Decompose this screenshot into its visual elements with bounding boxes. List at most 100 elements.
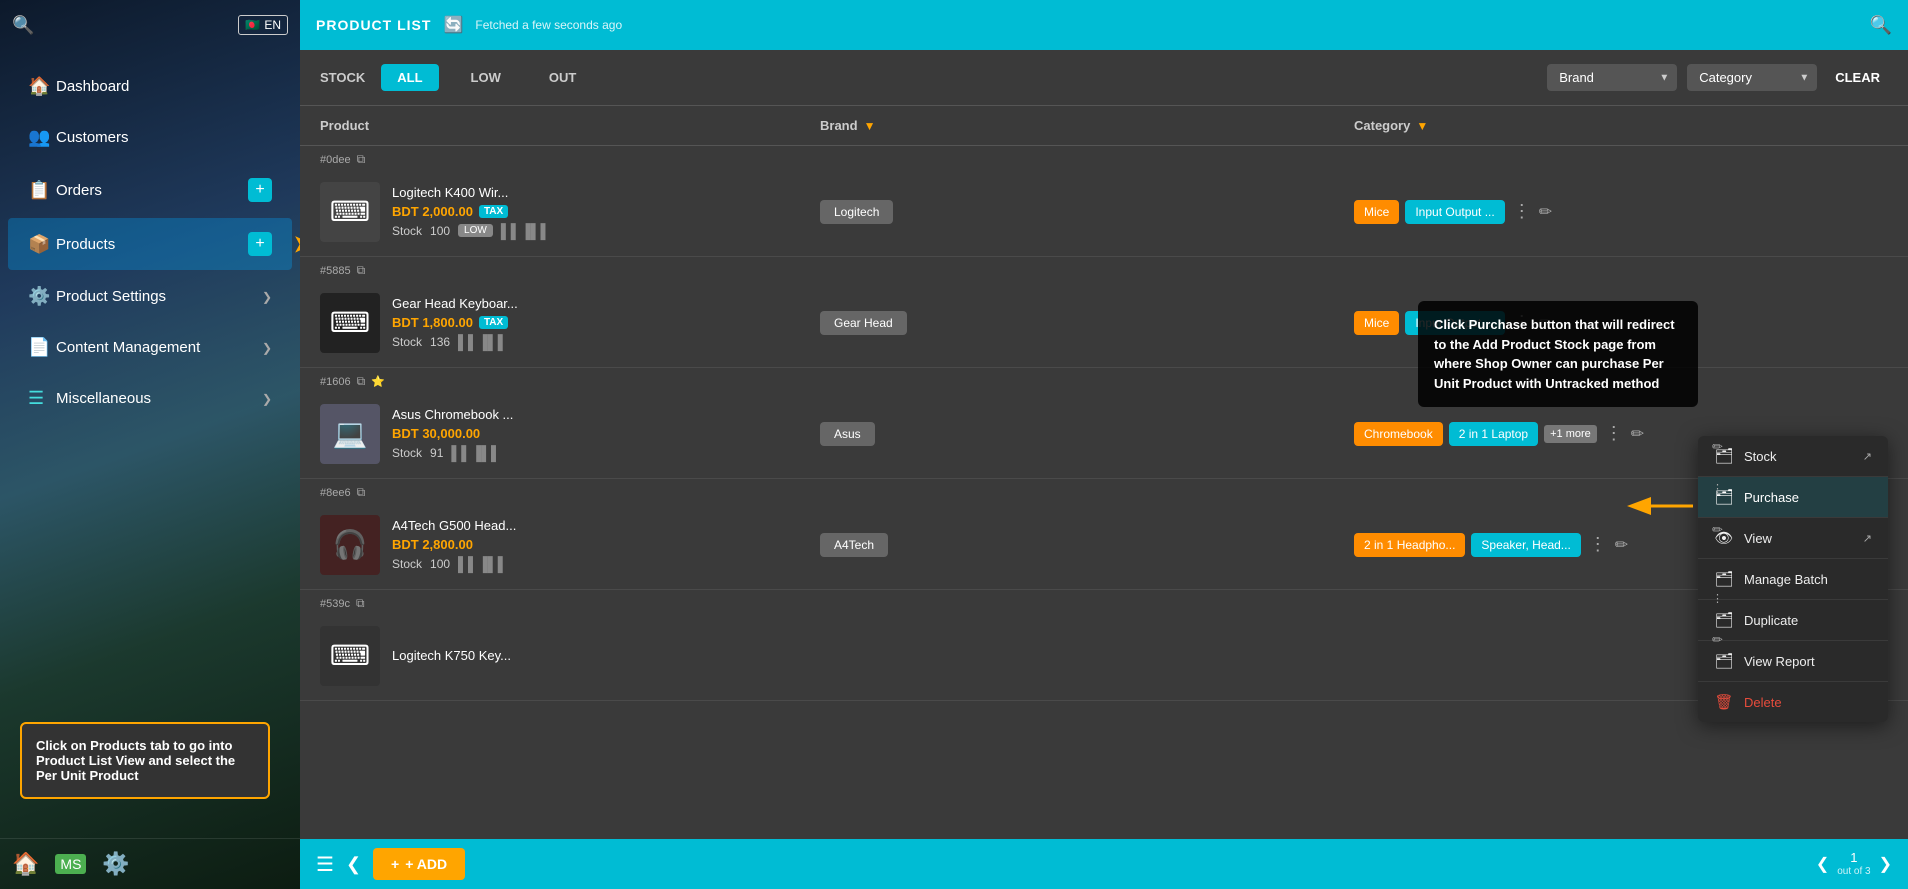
sidebar-item-customers[interactable]: 👥 Customers — [8, 113, 292, 162]
stock-out-button[interactable]: OUT — [533, 64, 592, 91]
copy-icon-2[interactable]: ⧉ — [357, 263, 366, 278]
category-filter-icon[interactable]: ▼ — [1416, 119, 1428, 133]
cat-tag-1-2[interactable]: Input Output ... — [1405, 200, 1504, 224]
brand-tag-4[interactable]: A4Tech — [820, 533, 888, 557]
copy-icon-5[interactable]: ⧉ — [356, 596, 365, 611]
brand-cell-3: Asus — [820, 422, 1354, 446]
sidebar-item-miscellaneous[interactable]: ☰ Miscellaneous ❯ — [8, 374, 292, 423]
page-prev-button[interactable]: ❮ — [1816, 854, 1829, 874]
back-button[interactable]: ❮ — [346, 854, 361, 875]
sidebar-label-products: Products — [56, 236, 248, 253]
sidebar-item-product-settings[interactable]: ⚙️ Product Settings ❯ — [8, 272, 292, 321]
row-edit-3[interactable]: ✏ — [1631, 424, 1644, 444]
product-id-4: #8ee6 — [320, 487, 351, 499]
tutorial-tooltip: Click on Products tab to go into Product… — [20, 722, 270, 799]
product-price-1: BDT 2,000.00 — [392, 204, 473, 219]
brand-tag-2[interactable]: Gear Head — [820, 311, 907, 335]
copy-icon-1[interactable]: ⧉ — [357, 152, 366, 167]
topbar-search-icon[interactable]: 🔍 — [1870, 15, 1892, 36]
edit-icon-view[interactable]: ✏ — [1712, 522, 1723, 538]
sidebar-label-customers: Customers — [56, 129, 272, 146]
orders-icon: 📋 — [28, 180, 56, 201]
add-product-button[interactable]: + + ADD — [373, 848, 465, 880]
stock-all-button[interactable]: ALL — [381, 64, 438, 91]
products-add-button[interactable]: + — [248, 232, 272, 256]
context-menu-view-report[interactable]: 🗂 View Report — [1698, 641, 1888, 682]
brand-filter[interactable]: Brand — [1547, 64, 1677, 91]
bottom-gear-icon[interactable]: ⚙️ — [102, 851, 129, 877]
product-row-1: ⌨ Logitech K400 Wir... BDT 2,000.00 TAX … — [300, 167, 1908, 257]
edit-icon-stock[interactable]: ✏ — [1712, 439, 1723, 455]
filter-bar: STOCK ALL LOW OUT Brand Category CLEAR — [300, 50, 1908, 106]
sidebar-search-icon[interactable]: 🔍 — [12, 15, 34, 36]
product-details-1: Logitech K400 Wir... BDT 2,000.00 TAX St… — [392, 185, 550, 239]
sidebar-label-misc: Miscellaneous — [56, 390, 262, 407]
language-badge[interactable]: 🇧🇩 EN — [238, 15, 288, 35]
brand-tag-1[interactable]: Logitech — [820, 200, 893, 224]
category-filter[interactable]: Category — [1687, 64, 1817, 91]
sidebar-item-products[interactable]: 📦 Products + ➤ — [8, 218, 292, 270]
product-name-2: Gear Head Keyboar... — [392, 296, 518, 311]
bottom-ms-icon[interactable]: MS — [55, 854, 86, 874]
context-menu-view[interactable]: 👁 View ↗ — [1698, 518, 1888, 559]
more-badge-3[interactable]: +1 more — [1544, 425, 1597, 443]
copy-icon-3[interactable]: ⧉ — [357, 374, 366, 389]
cat-tag-2-1[interactable]: Mice — [1354, 311, 1399, 335]
col-header-brand: Brand ▼ — [820, 118, 1354, 133]
cat-tag-3-2[interactable]: 2 in 1 Laptop — [1449, 422, 1538, 446]
cat-tag-4-2[interactable]: Speaker, Head... — [1471, 533, 1580, 557]
add-plus-icon: + — [391, 856, 399, 872]
clear-button[interactable]: CLEAR — [1827, 64, 1888, 91]
stock-low-button[interactable]: LOW — [455, 64, 517, 91]
hamburger-icon[interactable]: ☰ — [316, 852, 334, 877]
category-filter-wrapper: Category — [1687, 64, 1817, 91]
product-area: #0dee ⧉ ⌨ Logitech K400 Wir... BDT 2,000… — [300, 146, 1908, 839]
refresh-icon[interactable]: 🔄 — [443, 15, 463, 35]
sidebar-label-product-settings: Product Settings — [56, 288, 262, 305]
product-name-1: Logitech K400 Wir... — [392, 185, 550, 200]
row-actions-1: ⋮ ✏ — [1513, 201, 1552, 222]
row-dots-3[interactable]: ⋮ — [1605, 423, 1623, 444]
brand-filter-icon[interactable]: ▼ — [864, 119, 876, 133]
copy-icon-4[interactable]: ⧉ — [357, 485, 366, 500]
row-edit-1[interactable]: ✏ — [1539, 202, 1552, 222]
sidebar-item-orders[interactable]: 📋 Orders + — [8, 164, 292, 216]
page-info: 1 out of 3 — [1837, 850, 1870, 878]
dots-viewreport[interactable]: ⋮ — [1712, 592, 1723, 605]
cat-tag-3-1[interactable]: Chromebook — [1354, 422, 1443, 446]
product-details-3: Asus Chromebook ... BDT 30,000.00 Stock … — [392, 407, 513, 461]
context-menu-purchase[interactable]: 🗂 Purchase — [1698, 477, 1888, 518]
edit-icon-viewreport[interactable]: ✏ — [1712, 632, 1723, 648]
product-id-row-5: #539c ⧉ — [300, 590, 1908, 611]
product-settings-arrow-icon: ❯ — [262, 290, 272, 304]
product-name-5: Logitech K750 Key... — [392, 648, 511, 663]
row-edit-4[interactable]: ✏ — [1615, 535, 1628, 555]
category-cell-1: Mice Input Output ... — [1354, 200, 1505, 224]
context-menu-duplicate[interactable]: 🗂 Duplicate — [1698, 600, 1888, 641]
orders-add-button[interactable]: + — [248, 178, 272, 202]
cat-tag-1-1[interactable]: Mice — [1354, 200, 1399, 224]
sidebar-item-dashboard[interactable]: 🏠 Dashboard — [8, 62, 292, 111]
content-icon: 📄 — [28, 337, 56, 358]
context-menu-delete[interactable]: 🗑 Delete — [1698, 682, 1888, 722]
product-info-4: 🎧 A4Tech G500 Head... BDT 2,800.00 Stock… — [320, 515, 820, 575]
row-dots-1[interactable]: ⋮ — [1513, 201, 1531, 222]
product-id-3: #1606 — [320, 376, 351, 388]
sidebar-label-content: Content Management — [56, 339, 262, 356]
topbar: PRODUCT LIST 🔄 Fetched a few seconds ago… — [300, 0, 1908, 50]
sidebar-item-content-management[interactable]: 📄 Content Management ❯ — [8, 323, 292, 372]
product-info-1: ⌨ Logitech K400 Wir... BDT 2,000.00 TAX … — [320, 182, 820, 242]
row-dots-4[interactable]: ⋮ — [1589, 534, 1607, 555]
product-info-5: ⌨ Logitech K750 Key... — [320, 626, 820, 686]
context-menu-manage-batch[interactable]: 🗂 Manage Batch — [1698, 559, 1888, 600]
bottom-home-icon[interactable]: 🏠 — [12, 851, 39, 877]
bottom-bar: ☰ ❮ + + ADD ❮ 1 out of 3 ❯ — [300, 839, 1908, 889]
cat-tag-4-1[interactable]: 2 in 1 Headpho... — [1354, 533, 1465, 557]
col-label-category: Category — [1354, 118, 1410, 133]
barcode-icon-2: ▌▌▐▌▌ — [458, 334, 508, 350]
page-next-button[interactable]: ❯ — [1879, 854, 1892, 874]
brand-filter-wrapper: Brand — [1547, 64, 1677, 91]
dots-purchase[interactable]: ⋮ — [1712, 482, 1723, 495]
context-menu-stock[interactable]: 🗂 Stock ↗ — [1698, 436, 1888, 477]
brand-tag-3[interactable]: Asus — [820, 422, 875, 446]
